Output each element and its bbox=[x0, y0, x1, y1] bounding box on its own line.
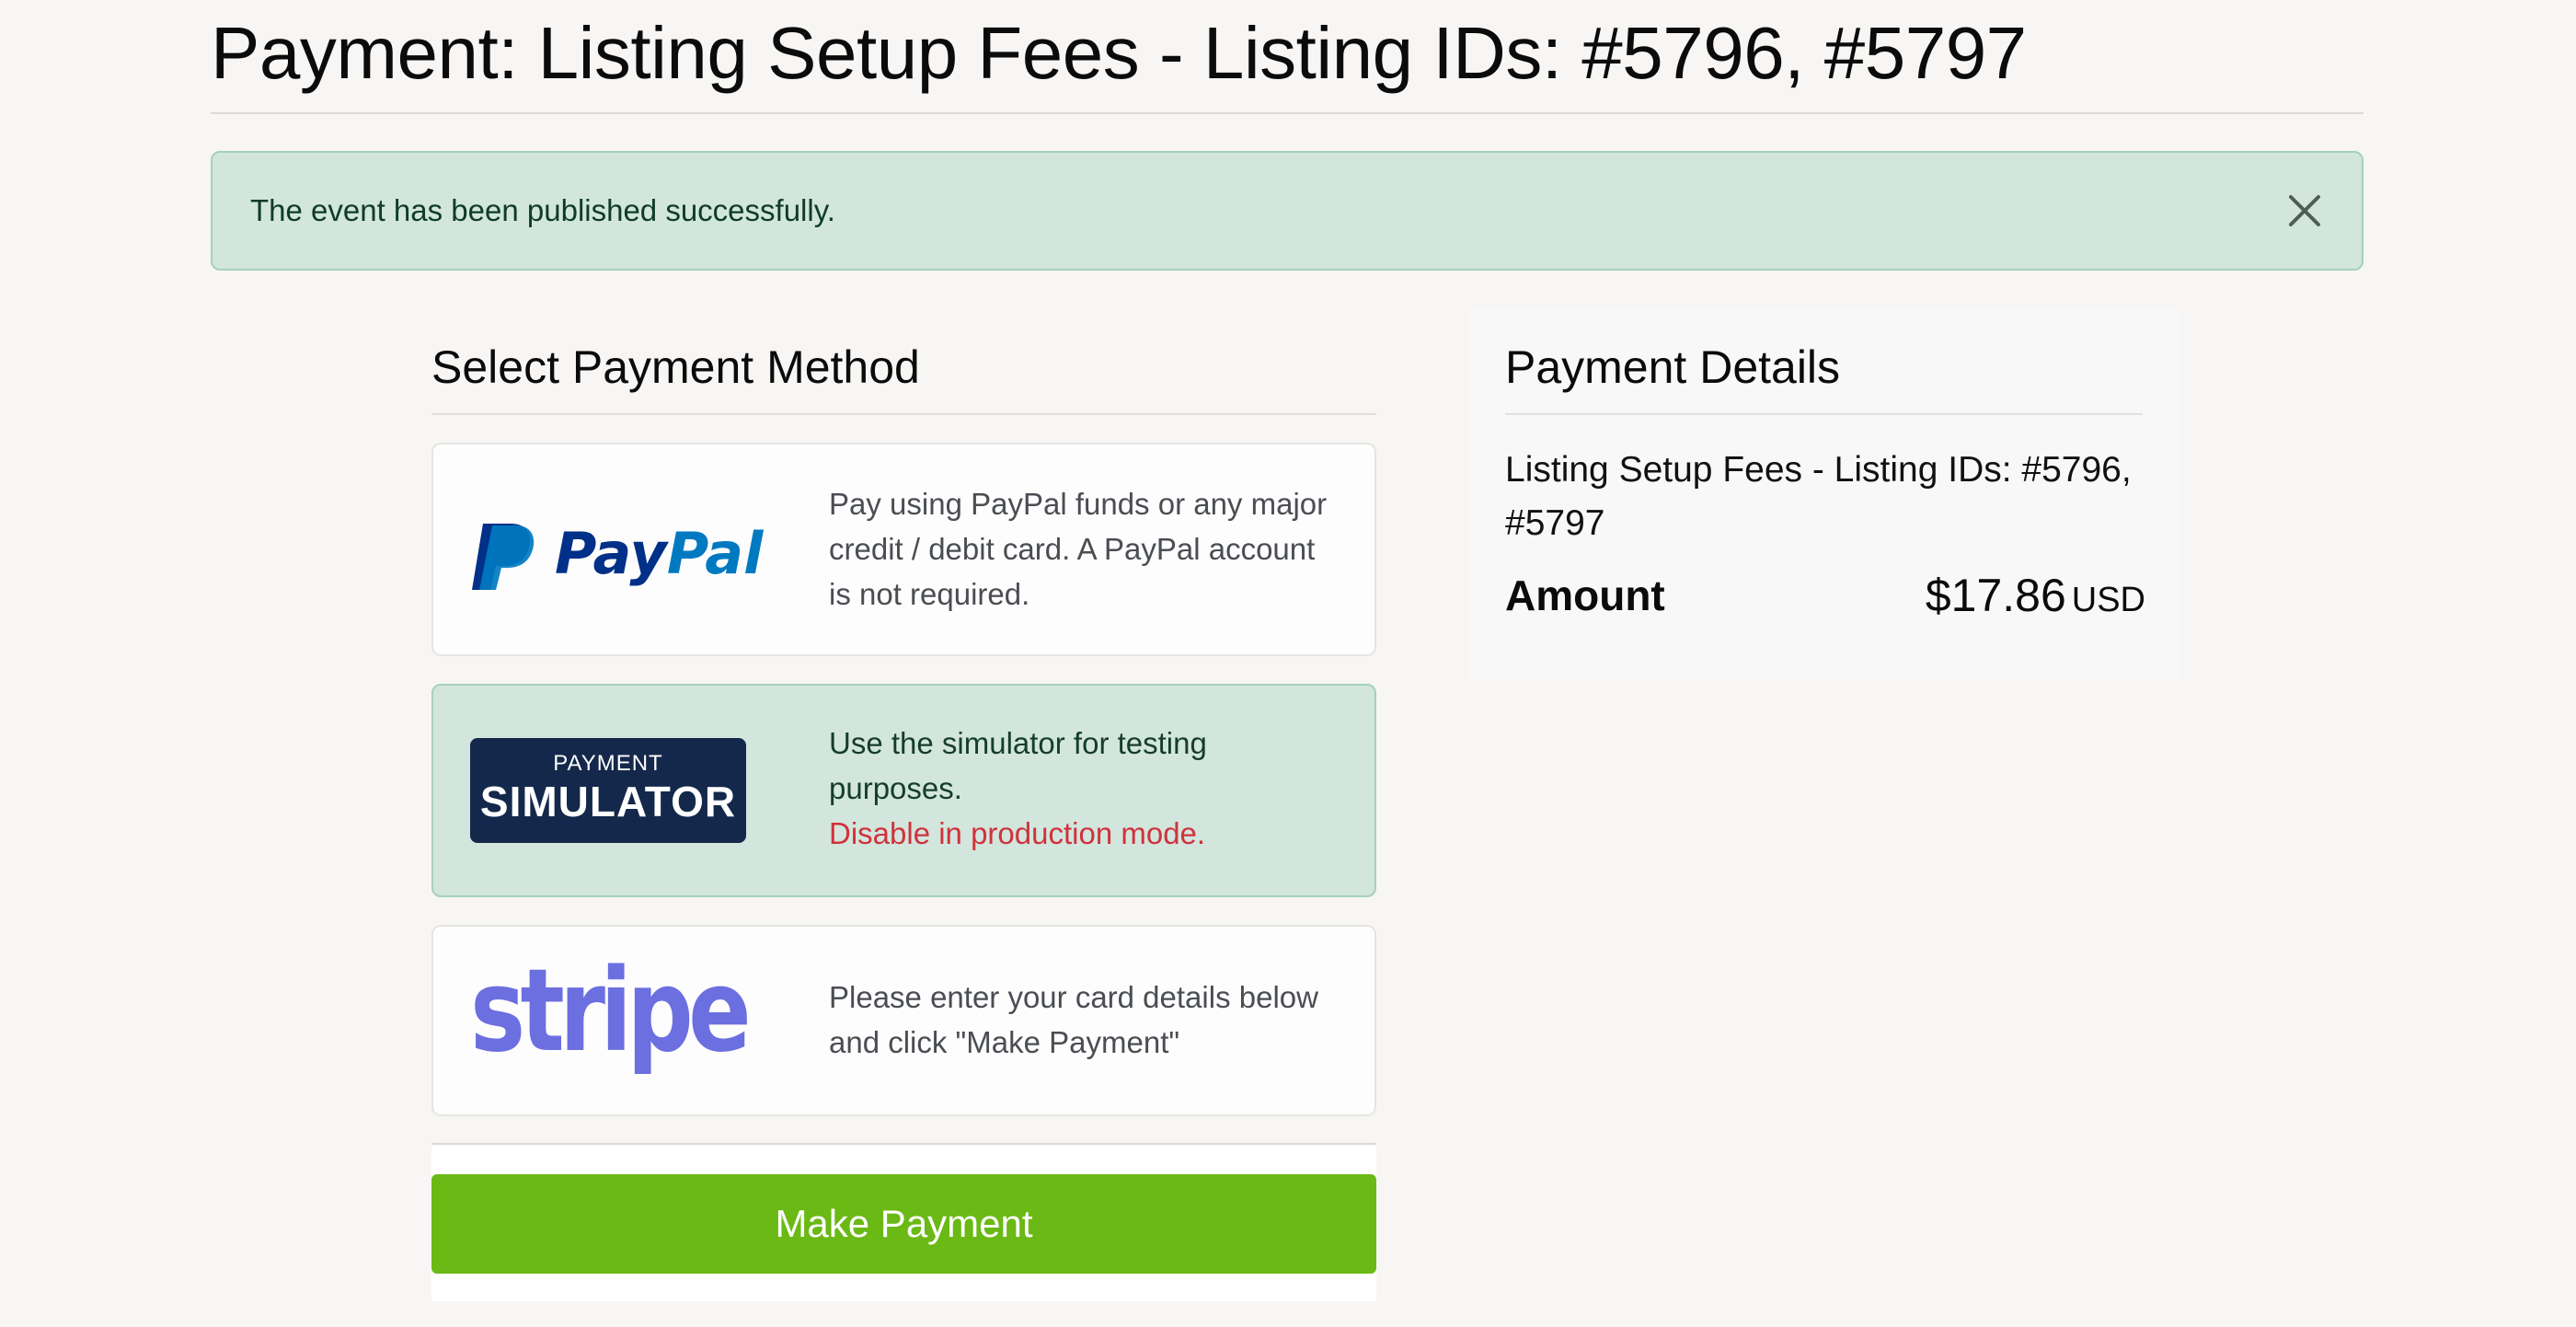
stripe-logo-text: stripe bbox=[470, 958, 748, 1078]
paypal-logo: PayPal bbox=[472, 520, 764, 590]
payment-details-divider bbox=[1505, 413, 2143, 415]
paypal-description: Pay using PayPal funds or any major cred… bbox=[829, 487, 1328, 611]
simulator-logo-big: SIMULATOR bbox=[479, 778, 737, 825]
close-icon[interactable] bbox=[2283, 189, 2327, 233]
amount-label: Amount bbox=[1505, 571, 1665, 619]
simulator-option[interactable]: PAYMENT SIMULATOR Use the simulator for … bbox=[431, 684, 1376, 897]
payment-simulator-logo: PAYMENT SIMULATOR bbox=[470, 738, 746, 843]
simulator-description-block: Use the simulator for testing purposes. … bbox=[829, 721, 1344, 856]
title-divider bbox=[211, 112, 2363, 114]
amount-value: $17.86 USD bbox=[1926, 569, 2145, 622]
alert-message: The event has been published successfull… bbox=[250, 193, 835, 227]
method-heading-divider bbox=[431, 413, 1376, 415]
success-alert: The event has been published successfull… bbox=[211, 151, 2363, 271]
payment-details-heading: Payment Details bbox=[1505, 341, 1841, 393]
paypal-logo-text: PayPal bbox=[555, 520, 764, 587]
stripe-description: Please enter your card details below and… bbox=[829, 980, 1318, 1059]
make-payment-button[interactable]: Make Payment bbox=[431, 1174, 1376, 1274]
page-title: Payment: Listing Setup Fees - Listing ID… bbox=[211, 12, 2027, 94]
payment-details-description: Listing Setup Fees - Listing IDs: #5796,… bbox=[1505, 450, 2132, 543]
paypal-option[interactable]: PayPal Pay using PayPal funds or any maj… bbox=[431, 443, 1376, 656]
select-payment-method-heading: Select Payment Method bbox=[431, 341, 920, 393]
payment-details-panel: Payment Details Listing Setup Fees - Lis… bbox=[1469, 309, 2180, 679]
stripe-option[interactable]: stripe Please enter your card details be… bbox=[431, 925, 1376, 1116]
simulator-warning: Disable in production mode. bbox=[829, 816, 1206, 850]
amount-number: $17.86 bbox=[1925, 570, 2066, 621]
amount-currency: USD bbox=[2071, 581, 2145, 619]
simulator-logo-small: PAYMENT bbox=[553, 751, 663, 776]
stripe-logo: stripe bbox=[470, 958, 754, 1078]
simulator-description: Use the simulator for testing purposes. bbox=[829, 726, 1207, 805]
